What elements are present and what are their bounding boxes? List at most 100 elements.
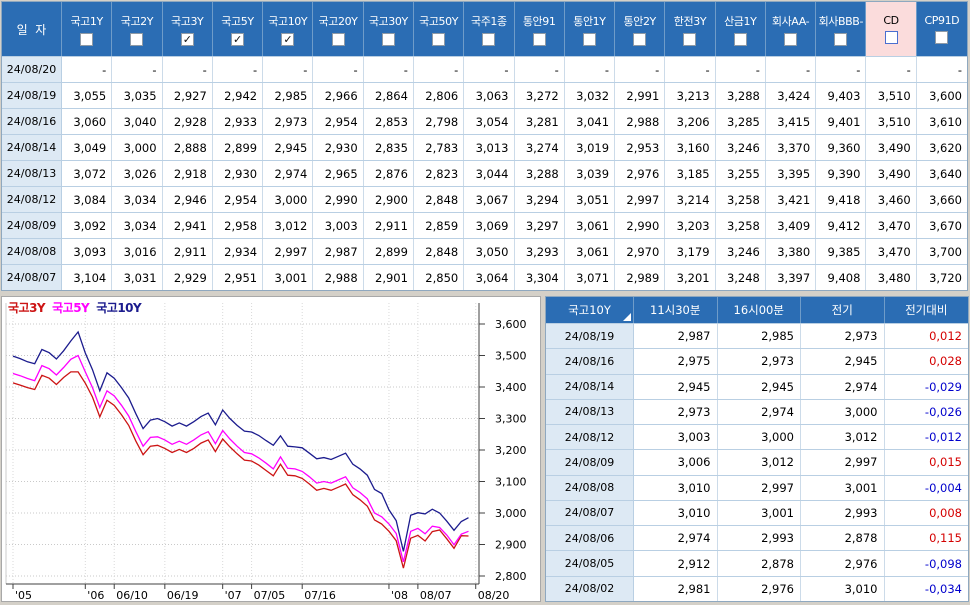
column-checkbox[interactable]: [583, 33, 596, 46]
table-row[interactable]: 24/08/083,0933,0162,9112,9342,9972,9872,…: [2, 238, 967, 264]
yield-cell: 9,401: [816, 109, 866, 134]
table-row[interactable]: 24/08/143,0493,0002,8882,8992,9452,9302,…: [2, 134, 967, 160]
table-row[interactable]: 24/08/073,0103,0012,9930,008: [546, 500, 968, 525]
column-header[interactable]: 국고2Y: [112, 2, 162, 56]
column-header[interactable]: 국고50Y: [414, 2, 464, 56]
column-checkbox[interactable]: [784, 33, 797, 46]
column-header[interactable]: 회사AA-: [766, 2, 816, 56]
column-header[interactable]: 국고30Y: [364, 2, 414, 56]
yield-cell: 2,930: [313, 135, 363, 160]
yield-cell: 3,054: [464, 109, 514, 134]
yield-cell: 3,304: [515, 265, 565, 290]
yield-cell: 3,039: [565, 161, 615, 186]
yield-cell: 2,997: [263, 239, 313, 264]
table-row[interactable]: 24/08/123,0843,0342,9462,9543,0002,9902,…: [2, 186, 967, 212]
table-row[interactable]: 24/08/133,0723,0262,9182,9302,9742,9652,…: [2, 160, 967, 186]
column-header[interactable]: 회사BBB-: [816, 2, 866, 56]
table-row[interactable]: 24/08/093,0063,0122,9970,015: [546, 449, 968, 474]
column-header[interactable]: 통안1Y: [565, 2, 615, 56]
table-row[interactable]: 24/08/132,9732,9743,000-0,026: [546, 399, 968, 424]
column-header[interactable]: 한전3Y: [665, 2, 715, 56]
table-row[interactable]: 24/08/193,0553,0352,9272,9422,9852,9662,…: [2, 82, 967, 108]
column-checkbox[interactable]: [683, 33, 696, 46]
column-checkbox[interactable]: [382, 33, 395, 46]
series-line-국고5Y: [13, 356, 469, 562]
yield-cell: 2,941: [163, 213, 213, 238]
yield-cell: -: [364, 57, 414, 82]
prev-value-cell: 2,973: [801, 324, 885, 348]
yield-cell: 2,987: [313, 239, 363, 264]
yield-cell: 2,899: [213, 135, 263, 160]
yield-cell: 2,853: [364, 109, 414, 134]
column-header[interactable]: 국고20Y: [313, 2, 363, 56]
column-header[interactable]: 전기대비: [885, 297, 969, 323]
column-checkbox[interactable]: [834, 33, 847, 46]
column-header[interactable]: 16시00분: [718, 297, 802, 323]
table-row[interactable]: 24/08/083,0102,9973,001-0,004: [546, 475, 968, 500]
column-label: 통안2Y: [624, 13, 656, 29]
column-checkbox[interactable]: [332, 33, 345, 46]
x-tick-label: 07/05: [254, 589, 286, 601]
table-row[interactable]: 24/08/073,1043,0312,9292,9513,0012,9882,…: [2, 264, 967, 290]
table-header-row: 국고10Y11시30분16시00분전기전기대비: [546, 297, 968, 323]
diff-cell: 0,015: [885, 450, 969, 474]
column-checkbox[interactable]: [130, 33, 143, 46]
yield-cell: 3,258: [716, 187, 766, 212]
column-header[interactable]: CP91D: [917, 2, 967, 56]
table-row[interactable]: 24/08/162,9752,9732,9450,028: [546, 348, 968, 373]
yield-chart-panel: 3,6003,5003,4003,3003,2003,1003,0002,900…: [1, 296, 541, 602]
yield-cell: 3,160: [665, 135, 715, 160]
yield-cell: 3,072: [62, 161, 112, 186]
yield-cell: 3,040: [112, 109, 162, 134]
table-row[interactable]: 24/08/123,0033,0003,012-0,012: [546, 424, 968, 449]
column-checkbox[interactable]: [935, 31, 948, 44]
column-header[interactable]: CD: [866, 2, 916, 56]
table-row[interactable]: 24/08/20------------------: [2, 56, 967, 82]
column-label: CD: [883, 14, 898, 27]
table-row[interactable]: 24/08/062,9742,9932,8780,115: [546, 525, 968, 550]
table-row[interactable]: 24/08/142,9452,9452,974-0,029: [546, 374, 968, 399]
column-checkbox[interactable]: [885, 31, 898, 44]
column-header[interactable]: 국고1Y: [62, 2, 112, 56]
yield-cell: 2,990: [313, 187, 363, 212]
column-checkbox[interactable]: [734, 33, 747, 46]
column-header[interactable]: 국주1종: [464, 2, 514, 56]
column-checkbox[interactable]: ✓: [281, 33, 294, 46]
column-header[interactable]: 국고5Y✓: [213, 2, 263, 56]
yield-cell: 3,248: [716, 265, 766, 290]
yield-cell: 3,000: [263, 187, 313, 212]
column-header[interactable]: 전기: [801, 297, 885, 323]
column-header[interactable]: 국고10Y: [546, 297, 634, 323]
yield-cell: 2,911: [163, 239, 213, 264]
table-row[interactable]: 24/08/163,0603,0402,9282,9332,9732,9542,…: [2, 108, 967, 134]
column-checkbox[interactable]: ✓: [181, 33, 194, 46]
column-checkbox[interactable]: [482, 33, 495, 46]
column-checkbox[interactable]: [533, 33, 546, 46]
yield-cell: 3,370: [766, 135, 816, 160]
column-checkbox[interactable]: [633, 33, 646, 46]
table-row[interactable]: 24/08/093,0923,0342,9412,9583,0123,0032,…: [2, 212, 967, 238]
yield-cell: 2,985: [263, 83, 313, 108]
column-header[interactable]: 통안91: [515, 2, 565, 56]
yield-cell: -: [716, 57, 766, 82]
column-label: 국고20Y: [319, 13, 358, 29]
date-cell: 24/08/16: [2, 109, 62, 134]
yield-cell: 3,380: [766, 239, 816, 264]
diff-cell: 0,028: [885, 349, 969, 373]
column-header[interactable]: 11시30분: [634, 297, 718, 323]
column-checkbox[interactable]: [80, 33, 93, 46]
yield-cell: 2,989: [615, 265, 665, 290]
x-tick-label: 06/10: [116, 589, 148, 601]
yield-cell: 2,911: [364, 213, 414, 238]
column-checkbox[interactable]: [432, 33, 445, 46]
column-checkbox[interactable]: ✓: [231, 33, 244, 46]
column-header[interactable]: 통안2Y: [615, 2, 665, 56]
table-row[interactable]: 24/08/052,9122,8782,976-0,098: [546, 550, 968, 575]
table-row[interactable]: 24/08/022,9812,9763,010-0,034: [546, 576, 968, 601]
y-tick-label: 2,800: [495, 570, 527, 583]
table-row[interactable]: 24/08/192,9872,9852,9730,012: [546, 323, 968, 348]
yield-cell: 3,016: [112, 239, 162, 264]
column-header[interactable]: 산금1Y: [716, 2, 766, 56]
column-header[interactable]: 국고3Y✓: [163, 2, 213, 56]
column-header[interactable]: 국고10Y✓: [263, 2, 313, 56]
